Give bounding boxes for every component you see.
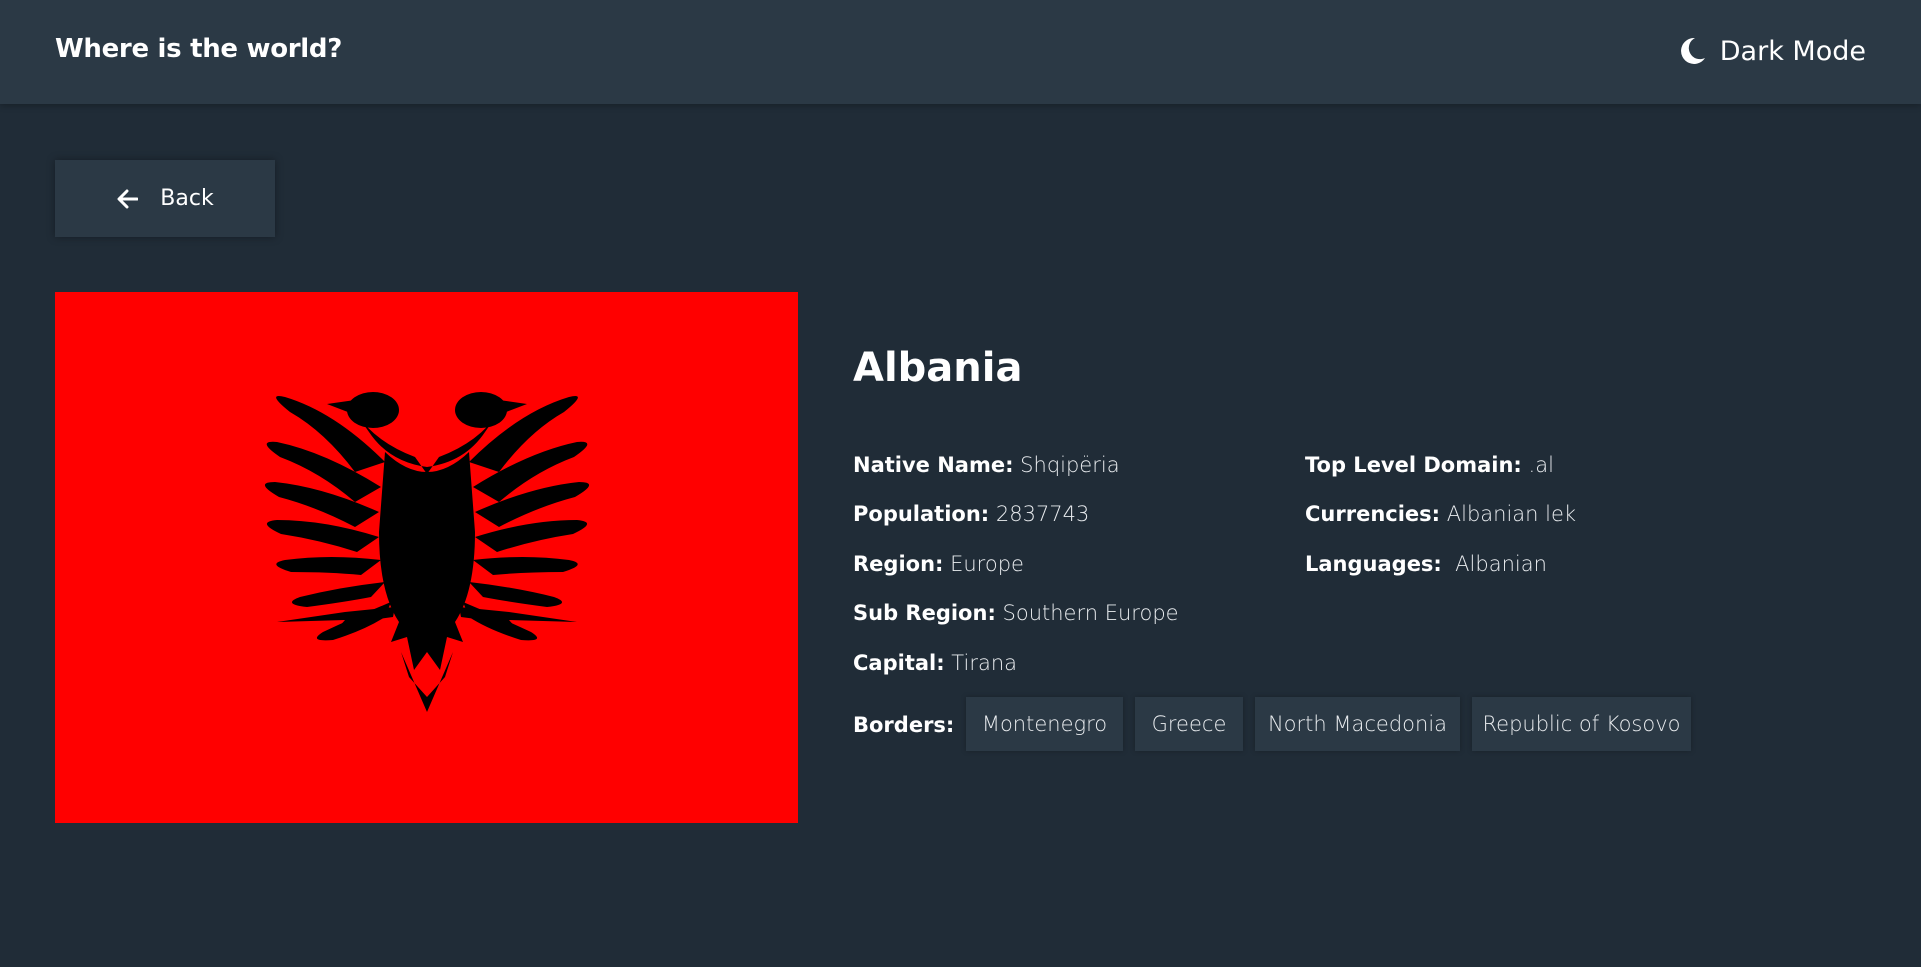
top-level-domain-field: Top Level Domain: .al bbox=[1305, 453, 1554, 477]
region-value: Europe bbox=[943, 552, 1024, 576]
country-name: Albania bbox=[853, 345, 1023, 391]
borders-label: Borders: bbox=[853, 713, 955, 737]
border-country-button[interactable]: Montenegro bbox=[966, 697, 1123, 751]
capital-key: Capital: bbox=[853, 651, 945, 675]
population-value: 2837743 bbox=[989, 502, 1090, 526]
population-field: Population: 2837743 bbox=[853, 502, 1089, 526]
back-button-label: Back bbox=[160, 186, 214, 211]
dark-mode-label: Dark Mode bbox=[1719, 35, 1866, 67]
arrow-left-icon bbox=[117, 189, 139, 208]
app-title: Where is the world? bbox=[55, 34, 343, 64]
population-key: Population: bbox=[853, 502, 990, 526]
languages-field: Languages: Albanian bbox=[1305, 552, 1547, 576]
country-flag bbox=[55, 292, 798, 823]
currencies-value: Albanian lek bbox=[1440, 502, 1577, 526]
border-country-button[interactable]: Republic of Kosovo bbox=[1472, 697, 1691, 751]
native-name-field: Native Name: Shqipëria bbox=[853, 453, 1120, 477]
border-country-button[interactable]: Greece bbox=[1135, 697, 1243, 751]
moon-icon bbox=[1680, 37, 1705, 64]
sub-region-field: Sub Region: Southern Europe bbox=[853, 601, 1179, 625]
currencies-key: Currencies: bbox=[1305, 502, 1441, 526]
border-country-button[interactable]: North Macedonia bbox=[1255, 697, 1460, 751]
top-level-domain-key: Top Level Domain: bbox=[1305, 453, 1522, 477]
dark-mode-toggle[interactable]: Dark Mode bbox=[1678, 30, 1866, 72]
native-name-value: Shqipëria bbox=[1013, 453, 1120, 477]
sub-region-key: Sub Region: bbox=[853, 601, 996, 625]
double-headed-eagle-icon bbox=[55, 292, 798, 823]
currencies-field: Currencies: Albanian lek bbox=[1305, 502, 1576, 526]
top-level-domain-value: .al bbox=[1521, 453, 1554, 477]
languages-value: Albanian bbox=[1441, 552, 1547, 576]
app-header: Where is the world? Dark Mode bbox=[0, 0, 1921, 104]
region-key: Region: bbox=[853, 552, 944, 576]
capital-field: Capital: Tirana bbox=[853, 651, 1017, 675]
languages-key: Languages: bbox=[1305, 552, 1442, 576]
sub-region-value: Southern Europe bbox=[995, 601, 1179, 625]
region-field: Region: Europe bbox=[853, 552, 1024, 576]
back-button[interactable]: Back bbox=[55, 160, 275, 237]
native-name-key: Native Name: bbox=[853, 453, 1014, 477]
capital-value: Tirana bbox=[944, 651, 1017, 675]
